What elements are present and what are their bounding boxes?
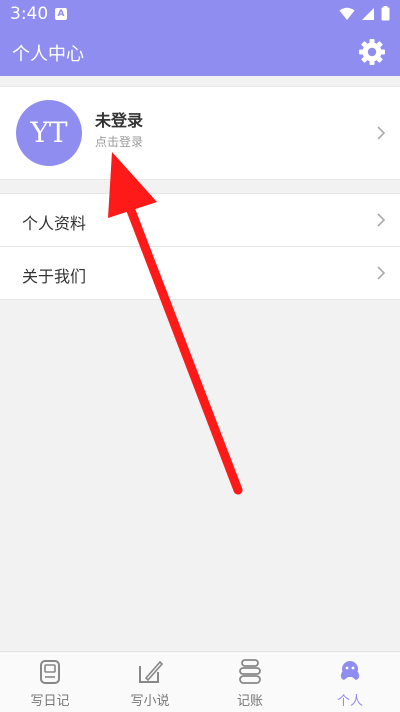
status-time: 3:40: [10, 4, 49, 24]
app-bar: 个人中心: [0, 28, 400, 76]
person-icon: [340, 661, 360, 680]
chevron-right-icon: [377, 126, 386, 140]
wifi-icon: [339, 7, 355, 20]
avatar[interactable]: YT: [16, 100, 82, 166]
settings-menu: 个人资料 关于我们: [0, 193, 400, 300]
tab-label: 写小说: [130, 694, 170, 709]
signal-icon: [362, 7, 374, 20]
page-title: 个人中心: [12, 44, 84, 65]
menu-item-profile[interactable]: 个人资料: [0, 194, 400, 247]
coins-icon: [239, 659, 261, 684]
tab-diary[interactable]: 写日记: [0, 652, 100, 712]
login-prompt[interactable]: 点击登录: [95, 133, 143, 150]
chevron-right-icon: [377, 266, 386, 280]
tab-label: 记账: [236, 694, 263, 709]
battery-icon: [381, 6, 390, 21]
menu-item-about[interactable]: 关于我们: [0, 247, 400, 299]
tab-novel[interactable]: 写小说: [100, 652, 200, 712]
notification-app-icon: A: [55, 8, 67, 20]
settings-gear-icon[interactable]: [358, 38, 386, 66]
chevron-right-icon: [377, 213, 386, 227]
menu-item-label: 个人资料: [22, 214, 87, 233]
tab-bookkeeping[interactable]: 记账: [200, 652, 300, 712]
novel-icon: [139, 660, 164, 683]
tab-label: 个人: [336, 694, 363, 709]
diary-icon: [40, 660, 60, 684]
bottom-nav: 写日记 写小说 记账 个人: [0, 651, 400, 712]
menu-item-label: 关于我们: [22, 267, 87, 286]
tab-personal[interactable]: 个人: [300, 652, 400, 712]
status-indicators: [339, 6, 390, 21]
login-profile-card[interactable]: YT 未登录 点击登录: [0, 86, 400, 180]
profile-name: 未登录: [95, 111, 144, 130]
tab-label: 写日记: [30, 694, 70, 709]
status-bar: 3:40 A: [0, 0, 400, 28]
